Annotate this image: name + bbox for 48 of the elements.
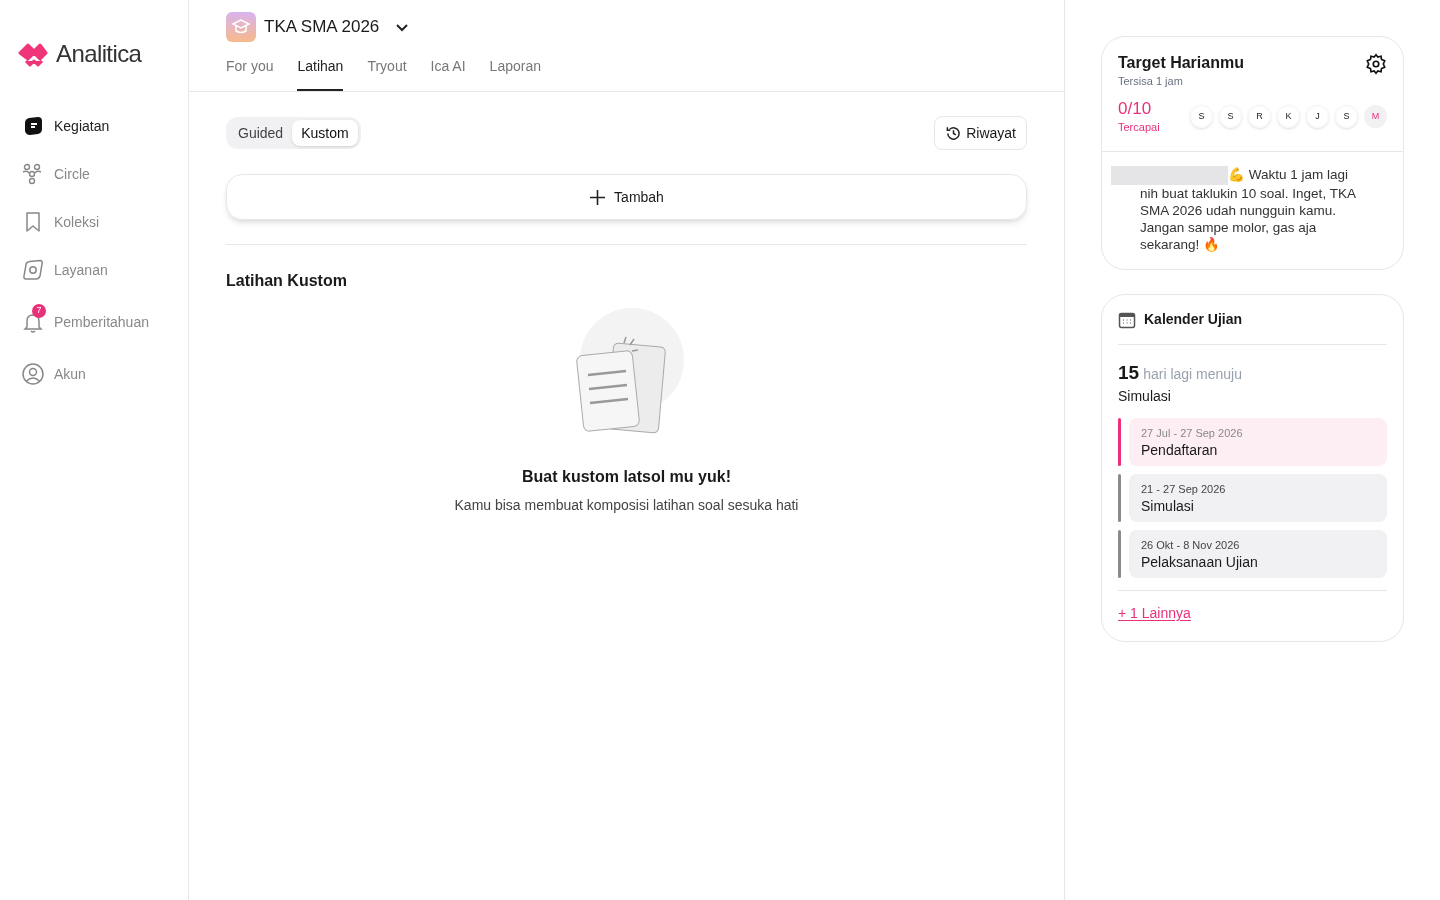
tab[interactable]: Latihan — [297, 56, 344, 91]
user-icon — [22, 363, 44, 385]
progress-label: Tercapai — [1118, 119, 1160, 135]
card-subtitle: Tersisa 1 jam — [1118, 74, 1184, 89]
add-button[interactable]: Tambah — [226, 174, 1027, 220]
nav-item[interactable]: Koleksi — [22, 208, 188, 236]
event-date: 21 - 27 Sep 2026 — [1141, 482, 1227, 498]
plus-icon — [589, 188, 607, 206]
nav-item[interactable]: Akun — [22, 360, 188, 388]
days-left-count: 15 — [1118, 361, 1140, 386]
logo-icon — [18, 41, 48, 67]
tab[interactable]: Ica AI — [430, 56, 466, 91]
segment-tab[interactable]: Kustom — [292, 120, 358, 146]
tab[interactable]: For you — [226, 56, 274, 91]
nav-item[interactable]: Circle — [22, 160, 188, 188]
progress-count: 0/10 — [1118, 97, 1153, 119]
settings-icon[interactable] — [1365, 53, 1387, 75]
event-name: Simulasi — [1141, 497, 1195, 516]
course-icon — [226, 12, 256, 42]
more-link[interactable]: + 1 Lainnya — [1118, 603, 1191, 625]
bell-icon — [22, 311, 44, 333]
history-icon — [945, 124, 963, 142]
nav-item[interactable]: Kegiatan — [22, 112, 188, 140]
course-title[interactable]: TKA SMA 2026 — [264, 14, 380, 40]
history-button[interactable]: Riwayat — [934, 116, 1027, 150]
event-date: 26 Okt - 8 Nov 2026 — [1141, 538, 1241, 554]
calendar-icon — [1118, 310, 1136, 329]
motivation-message: 💪 Waktu 1 jam lagi — [1228, 166, 1349, 184]
event-date: 27 Jul - 27 Sep 2026 — [1141, 426, 1244, 442]
nav-item[interactable]: Layanan — [22, 256, 188, 284]
service-icon — [22, 259, 44, 281]
card-title: Kalender Ujian — [1144, 310, 1243, 330]
section-title: Latihan Kustom — [226, 271, 348, 291]
notification-badge: 7 — [32, 304, 46, 318]
logo-text: Analitica — [56, 39, 142, 69]
activity-icon — [22, 115, 44, 137]
days-left-text: hari lagi menuju — [1143, 365, 1242, 385]
event-name: Pelaksanaan Ujian — [1141, 553, 1259, 572]
event-name: Pendaftaran — [1141, 441, 1219, 460]
tab[interactable]: Laporan — [489, 56, 541, 91]
card-title: Target Harianmu — [1118, 53, 1244, 73]
empty-state-subtitle: Kamu bisa membuat komposisi latihan soal sesuka hati — [454, 496, 799, 515]
motivation-message: nih buat taklukin 10 soal. Inget, TKA SMA 2026 udah nungguin kamu. Jangan sampe molor, gas aja sekarang! 🔥 — [1140, 185, 1357, 254]
people-icon — [22, 163, 44, 185]
empty-state-title: Buat kustom latsol mu yuk! — [522, 467, 731, 487]
tab[interactable]: Tryout — [367, 56, 407, 91]
segment-tab[interactable]: Guided — [229, 120, 293, 146]
next-event-name: Simulasi — [1118, 387, 1172, 406]
